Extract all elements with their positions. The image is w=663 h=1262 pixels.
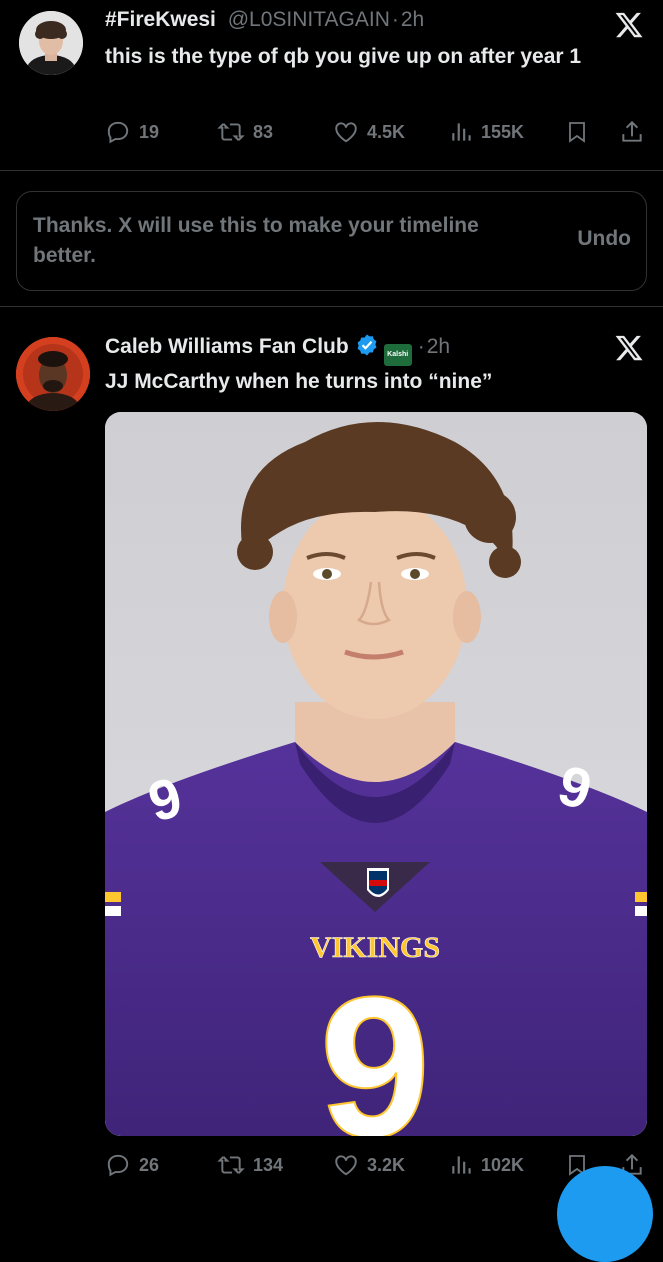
tweet-text: this is the type of qb you give up on af…: [105, 45, 582, 68]
timestamp[interactable]: 2h: [401, 8, 424, 31]
jersey-number: 9: [319, 956, 430, 1136]
user-avatar[interactable]: [16, 337, 90, 411]
tweet-media-image[interactable]: 9 9 VIKINGS 9: [105, 412, 647, 1136]
x-logo-icon[interactable]: [614, 10, 644, 40]
reply-icon: [105, 1152, 131, 1178]
tweet-header: #FireKwesi @L0SINITAGAIN·2h: [105, 6, 424, 34]
verified-badge-icon[interactable]: [355, 333, 379, 365]
views-button[interactable]: 102K: [451, 1147, 524, 1183]
like-icon: [333, 1152, 359, 1178]
separator-dot: ·: [391, 8, 399, 31]
repost-button[interactable]: 83: [217, 114, 273, 150]
reply-icon: [105, 119, 131, 145]
x-logo-icon[interactable]: [614, 333, 644, 363]
views-icon: [451, 119, 473, 145]
display-name[interactable]: Caleb Williams Fan Club: [105, 335, 349, 358]
like-count: 3.2K: [367, 1154, 406, 1175]
repost-icon: [217, 119, 245, 145]
like-button[interactable]: 4.5K: [333, 114, 405, 150]
reply-count: 26: [139, 1154, 160, 1175]
feedback-notice: Thanks. X will use this to make your tim…: [16, 191, 647, 291]
affiliate-badge[interactable]: Kalshi: [383, 344, 412, 366]
tweet-text: JJ McCarthy when he turns into “nine”: [105, 370, 493, 393]
compose-button[interactable]: [557, 1166, 653, 1262]
bookmark-icon: [565, 118, 589, 146]
views-count: 102K: [481, 1154, 525, 1175]
bookmark-button[interactable]: [565, 114, 589, 150]
user-handle[interactable]: @L0SINITAGAIN: [228, 8, 390, 31]
views-count: 155K: [481, 121, 525, 142]
repost-count: 83: [253, 121, 274, 142]
tweet-header: Caleb Williams Fan Club Kalshi ·2h: [105, 333, 450, 366]
reply-count: 19: [139, 121, 160, 142]
timestamp[interactable]: 2h: [427, 335, 450, 358]
like-icon: [333, 119, 359, 145]
user-avatar[interactable]: [19, 11, 83, 75]
views-icon: [451, 1152, 473, 1178]
separator-dot: ·: [417, 335, 425, 358]
views-button[interactable]: 155K: [451, 114, 524, 150]
undo-button[interactable]: Undo: [577, 227, 631, 251]
share-button[interactable]: [619, 114, 645, 150]
repost-button[interactable]: 134: [217, 1147, 283, 1183]
like-button[interactable]: 3.2K: [333, 1147, 405, 1183]
feedback-message: Thanks. X will use this to make your tim…: [33, 214, 479, 267]
divider: [0, 170, 663, 171]
share-icon: [619, 118, 645, 146]
repost-count: 134: [253, 1154, 284, 1175]
reply-button[interactable]: 26: [105, 1147, 159, 1183]
tweet-actions: 19 83 4.5K 155K: [105, 114, 650, 150]
display-name[interactable]: #FireKwesi: [105, 8, 216, 31]
like-count: 4.5K: [367, 121, 406, 142]
tweet-actions: 26 134 3.2K 102K: [105, 1147, 650, 1183]
tweet-1[interactable]: #FireKwesi @L0SINITAGAIN·2h this is the …: [0, 0, 663, 170]
reply-button[interactable]: 19: [105, 114, 159, 150]
repost-icon: [217, 1152, 245, 1178]
